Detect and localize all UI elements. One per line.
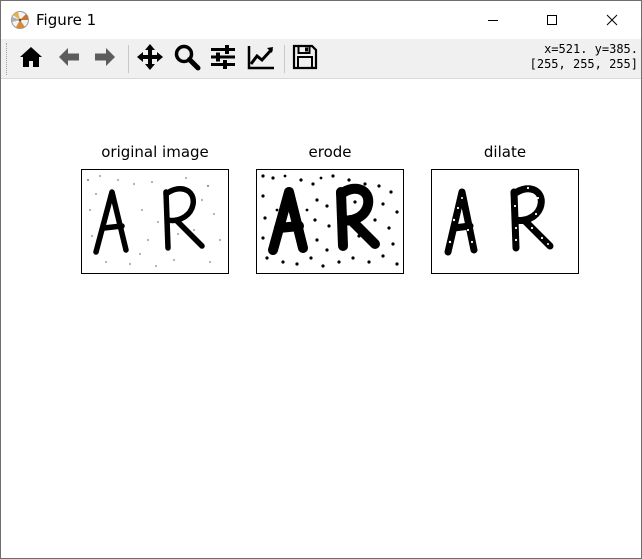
- arrow-right-icon: [92, 44, 118, 74]
- erode-image: [261, 174, 399, 268]
- forward-button[interactable]: [89, 43, 121, 75]
- close-icon: [606, 14, 618, 26]
- navigation-toolbar: x=521. y=385. [255, 255, 255]: [1, 39, 641, 79]
- home-icon: [18, 44, 44, 74]
- coords-line-xy: x=521. y=385.: [544, 42, 638, 56]
- zoom-button[interactable]: [171, 43, 203, 75]
- dilate-image: [444, 185, 554, 256]
- figure-window: Figure 1 x=521. y=385. [255, 255, 255] o…: [0, 0, 642, 559]
- subplots-button[interactable]: [207, 43, 239, 75]
- figure-canvas[interactable]: original image erode dilate: [1, 79, 641, 558]
- close-button[interactable]: [589, 1, 635, 39]
- arrow-left-icon: [56, 44, 82, 74]
- pan-button[interactable]: [134, 43, 166, 75]
- subplot-title: original image: [101, 143, 209, 161]
- original-image: [87, 175, 221, 267]
- move-icon: [136, 43, 164, 75]
- image-axes[interactable]: [431, 169, 579, 274]
- line-chart-icon: [246, 43, 276, 75]
- minimize-icon: [487, 14, 499, 26]
- edit-axis-button[interactable]: [245, 43, 277, 75]
- subplot-original: original image: [81, 143, 229, 275]
- image-axes[interactable]: [256, 169, 404, 274]
- maximize-button[interactable]: [529, 1, 575, 39]
- maximize-icon: [546, 14, 558, 26]
- sliders-icon: [209, 43, 237, 75]
- coords-line-rgb: [255, 255, 255]: [529, 57, 638, 71]
- title-bar[interactable]: Figure 1: [1, 1, 641, 39]
- window-title: Figure 1: [36, 11, 97, 29]
- subplot-erode: erode: [256, 143, 404, 275]
- back-button[interactable]: [53, 43, 85, 75]
- subplot-title: dilate: [483, 143, 527, 161]
- floppy-disk-icon: [292, 44, 318, 74]
- subplot-dilate: dilate: [431, 143, 579, 275]
- minimize-button[interactable]: [470, 1, 516, 39]
- matplotlib-logo-icon: [10, 10, 30, 30]
- home-button[interactable]: [15, 43, 47, 75]
- subplot-title: erode: [308, 143, 352, 161]
- toolbar-grip[interactable]: [6, 43, 9, 75]
- magnifier-icon: [173, 43, 201, 75]
- save-button[interactable]: [289, 43, 321, 75]
- cursor-coordinates: x=521. y=385. [255, 255, 255]: [530, 42, 638, 72]
- toolbar-separator: [128, 45, 129, 73]
- image-axes[interactable]: [81, 169, 229, 274]
- toolbar-separator: [284, 45, 285, 73]
